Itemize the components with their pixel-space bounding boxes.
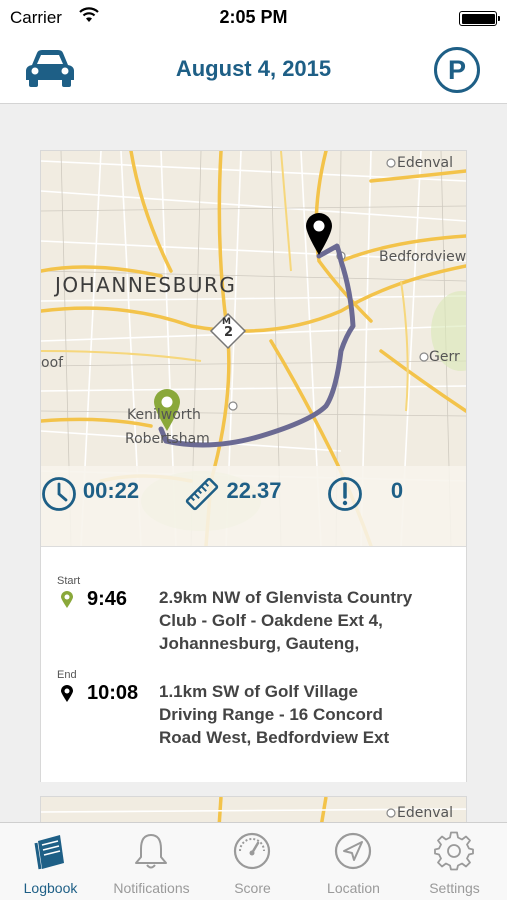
end-address-line: Road West, Bedfordview Ext — [159, 728, 390, 747]
speedometer-icon — [233, 832, 271, 870]
map-label-city: JOHANNESBURG — [55, 273, 237, 297]
trip-details: Start 9:46 2.9km NW of Glenvista Country… — [41, 546, 466, 782]
map-label-edenvale: Edenval — [397, 155, 453, 171]
alert-icon — [328, 477, 362, 511]
end-time: 10:08 — [87, 682, 139, 704]
tab-label: Location — [327, 880, 380, 896]
bell-icon — [135, 834, 167, 869]
end-address-line: 1.1km SW of Golf Village — [159, 682, 359, 701]
start-time: 9:46 — [87, 588, 128, 610]
tab-label: Score — [234, 880, 271, 896]
end-address: 1.1km SW of Golf Village Driving Range -… — [159, 680, 459, 749]
location-arrow-icon — [334, 832, 372, 870]
parking-button[interactable]: P — [434, 47, 480, 93]
map-label-bedfordview: Bedfordview — [379, 249, 466, 265]
tab-location[interactable]: Location — [303, 823, 404, 900]
map-label-germiston: Gerr — [429, 349, 460, 365]
tab-settings[interactable]: Settings — [404, 823, 505, 900]
gear-icon — [434, 831, 474, 871]
start-address-line: 2.9km NW of Glenvista Country — [159, 588, 413, 607]
alerts-stat: 0 — [327, 476, 466, 511]
end-label: End — [57, 669, 77, 681]
map-label-robertsham: Robertsham — [125, 431, 210, 447]
end-pin-small-icon — [61, 685, 73, 702]
tab-label: Logbook — [23, 880, 78, 896]
trip-stats: 00:22 22.37 0 — [41, 466, 466, 546]
trip-card[interactable]: JOHANNESBURG Edenval Bedfordview Gerr oo… — [40, 150, 467, 782]
clock-icon — [42, 477, 76, 511]
start-address-line: Johannesburg, Gauteng, — [159, 634, 360, 653]
duration-stat: 00:22 — [41, 476, 181, 511]
clock: 2:05 PM — [219, 7, 288, 27]
map-label-kenilworth: Kenilworth — [127, 407, 201, 423]
start-address: 2.9km NW of Glenvista Country Club - Gol… — [159, 586, 459, 655]
tab-label: Notifications — [113, 880, 190, 896]
map-label-partial: oof — [41, 355, 64, 371]
ruler-icon — [185, 477, 219, 511]
start-pin-small-icon — [61, 591, 73, 608]
tab-label: Settings — [429, 880, 480, 896]
map-label-edenvale: Edenval — [397, 805, 453, 821]
highway-shield-number: 2 — [224, 325, 234, 340]
battery-icon — [459, 11, 500, 26]
status-bar: Carrier 2:05 PM — [0, 0, 507, 36]
parking-icon: P — [447, 55, 466, 85]
page-title: August 4, 2015 — [175, 56, 332, 81]
start-label: Start — [57, 575, 81, 587]
trip-map[interactable]: JOHANNESBURG Edenval Bedfordview Gerr oo… — [41, 151, 466, 546]
tab-logbook[interactable]: Logbook — [0, 823, 101, 900]
tab-notifications[interactable]: Notifications — [101, 823, 202, 900]
distance-stat: 22.37 — [184, 476, 324, 511]
logbook-icon — [34, 835, 64, 870]
nav-bar: August 4, 2015 P — [0, 36, 507, 104]
tab-bar: Logbook Notifications Score Location Set… — [0, 822, 507, 900]
start-address-line: Club - Golf - Oakdene Ext 4, — [159, 611, 383, 630]
end-address-line: Driving Range - 16 Concord — [159, 705, 383, 724]
tab-score[interactable]: Score — [202, 823, 303, 900]
